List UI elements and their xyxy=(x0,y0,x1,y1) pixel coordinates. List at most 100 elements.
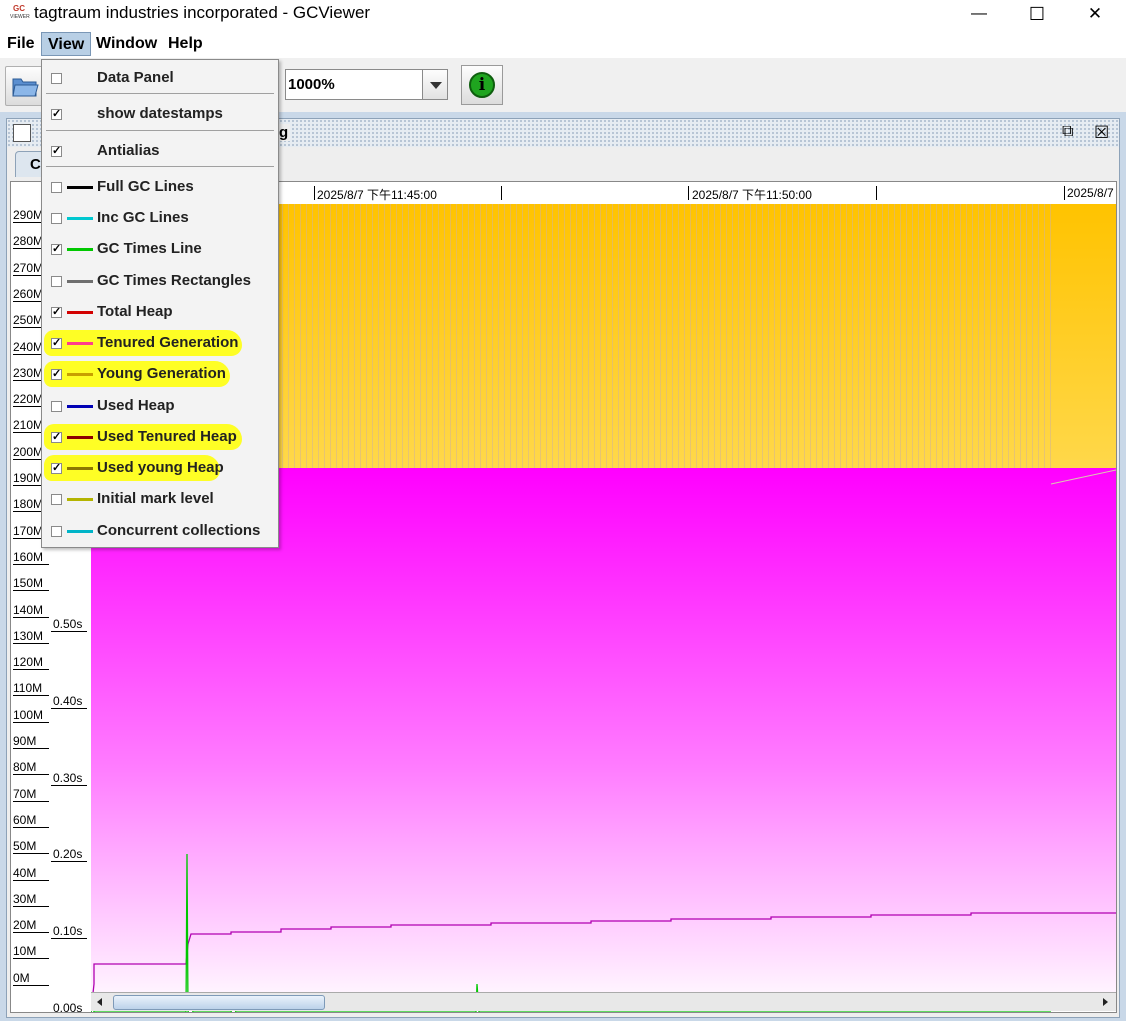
line-color-swatch xyxy=(67,498,93,501)
memory-axis-label: 80M xyxy=(13,760,37,775)
checkbox-icon[interactable]: ✓ xyxy=(51,109,62,120)
line-color-swatch xyxy=(67,467,93,470)
line-color-swatch xyxy=(67,217,93,220)
minimize-button[interactable]: — xyxy=(951,0,1007,28)
menu-item-initial-mark-level[interactable]: Initial mark level xyxy=(42,484,278,514)
folder-icon xyxy=(12,78,39,97)
menu-item-used-heap[interactable]: Used Heap xyxy=(42,391,278,421)
close-icon: ✕ xyxy=(1087,4,1103,23)
menu-item-data-panel[interactable]: Data Panel xyxy=(42,63,278,93)
memory-axis-label: 150M xyxy=(13,576,44,591)
menu-file[interactable]: File xyxy=(1,32,41,56)
menu-item-label: show datestamps xyxy=(97,105,223,122)
menu-item-label: Full GC Lines xyxy=(97,178,194,195)
info-icon: i xyxy=(469,72,495,98)
memory-axis-label: 130M xyxy=(13,628,44,643)
menu-separator xyxy=(46,166,274,167)
memory-axis-tick xyxy=(13,590,49,592)
checkbox-icon[interactable]: ✓ xyxy=(51,432,62,443)
checkbox-icon[interactable]: ✓ xyxy=(51,244,62,255)
menu-item-gc-times-rectangles[interactable]: GC Times Rectangles xyxy=(42,266,278,296)
horizontal-scrollbar[interactable] xyxy=(91,992,1116,1011)
scroll-left-icon[interactable] xyxy=(93,993,107,1011)
memory-axis-tick xyxy=(13,721,49,723)
menu-item-label: Total Heap xyxy=(97,303,173,320)
menu-separator xyxy=(46,93,274,94)
about-button[interactable]: i xyxy=(461,65,503,105)
memory-axis-tick xyxy=(13,616,49,618)
checkbox-icon[interactable] xyxy=(51,276,62,287)
view-menu-dropdown: Data Panel ✓ show datestamps ✓ Antialias Full… xyxy=(41,59,279,548)
checkbox-icon[interactable]: ✓ xyxy=(51,146,62,157)
memory-axis-tick xyxy=(13,958,49,960)
menu-item-used-young-heap[interactable]: ✓ Used young Heap xyxy=(42,453,278,483)
checkbox-icon[interactable] xyxy=(51,401,62,412)
restore-frame-button[interactable]: ⧉ xyxy=(1062,123,1082,143)
checkbox-icon[interactable]: ✓ xyxy=(51,369,62,380)
time-axis-tick xyxy=(51,938,87,940)
young-end-line xyxy=(1050,469,1116,485)
zoom-combo-input[interactable]: 1000% xyxy=(285,69,423,100)
memory-axis-label: 170M xyxy=(13,523,44,538)
menu-help[interactable]: Help xyxy=(162,32,209,56)
scroll-right-icon[interactable] xyxy=(1098,993,1112,1011)
memory-axis-label: 290M xyxy=(13,208,44,222)
timeline-tick xyxy=(1064,186,1065,200)
open-file-button[interactable] xyxy=(5,66,45,106)
menu-view[interactable]: View xyxy=(41,32,92,56)
checkbox-icon[interactable] xyxy=(51,182,62,193)
menu-item-label: GC Times Rectangles xyxy=(97,272,251,289)
menu-item-label: Concurrent collections xyxy=(97,522,261,539)
menu-item-antialias[interactable]: ✓ Antialias xyxy=(42,136,278,166)
timeline-tick xyxy=(688,186,689,200)
memory-axis-label: 280M xyxy=(13,234,44,249)
menu-item-tenured-generation[interactable]: ✓ Tenured Generation xyxy=(42,328,278,358)
menu-item-label: Used Tenured Heap xyxy=(97,428,237,445)
maximize-button[interactable]: ☐ xyxy=(1009,0,1065,28)
menu-item-concurrent-collections[interactable]: Concurrent collections xyxy=(42,516,278,546)
memory-axis-tick xyxy=(13,563,49,565)
memory-axis-tick xyxy=(13,984,49,986)
line-color-swatch xyxy=(67,530,93,533)
memory-axis-label: 120M xyxy=(13,655,44,670)
menu-item-label: Antialias xyxy=(97,142,160,159)
gcviewer-app-icon: GC VIEWER xyxy=(10,4,30,20)
checkbox-icon[interactable]: ✓ xyxy=(51,307,62,318)
time-axis-tick xyxy=(51,631,87,632)
memory-axis-label: 40M xyxy=(13,865,37,880)
menu-item-label: Young Generation xyxy=(97,365,226,382)
memory-axis-tick xyxy=(13,800,49,802)
menu-item-young-generation[interactable]: ✓ Young Generation xyxy=(42,359,278,389)
timeline-tick xyxy=(876,186,877,200)
time-axis-tick xyxy=(51,707,87,709)
menu-item-total-heap[interactable]: ✓ Total Heap xyxy=(42,297,278,327)
memory-axis-tick xyxy=(13,748,49,749)
line-color-swatch xyxy=(67,311,93,314)
frame-icon xyxy=(13,124,31,142)
close-button[interactable]: ✕ xyxy=(1067,0,1123,28)
menu-window[interactable]: Window xyxy=(90,32,163,56)
menu-item-gc-times-line[interactable]: ✓ GC Times Line xyxy=(42,234,278,264)
memory-axis-label: 250M xyxy=(13,313,44,328)
timestamp-label: 2025/8/7 下午11:50:00 xyxy=(692,188,812,202)
checkbox-icon[interactable] xyxy=(51,73,62,84)
menu-item-label: Used Heap xyxy=(97,397,175,414)
memory-axis-label: 60M xyxy=(13,812,37,827)
checkbox-icon[interactable]: ✓ xyxy=(51,338,62,349)
zoom-dropdown-button[interactable] xyxy=(422,69,448,100)
scrollbar-thumb[interactable] xyxy=(113,995,325,1010)
menu-item-full-gc-lines[interactable]: Full GC Lines xyxy=(42,172,278,202)
menu-item-show-datestamps[interactable]: ✓ show datestamps xyxy=(42,99,278,129)
menu-item-used-tenured-heap[interactable]: ✓ Used Tenured Heap xyxy=(42,422,278,452)
checkbox-icon[interactable] xyxy=(51,526,62,537)
checkbox-icon[interactable] xyxy=(51,494,62,505)
memory-axis-label: 140M xyxy=(13,602,44,617)
checkbox-icon[interactable] xyxy=(51,213,62,224)
menu-item-inc-gc-lines[interactable]: Inc GC Lines xyxy=(42,203,278,233)
close-frame-button[interactable]: ☒ xyxy=(1094,123,1114,143)
memory-axis-tick xyxy=(13,695,49,697)
time-axis-tick xyxy=(51,784,87,786)
memory-axis-label: 240M xyxy=(13,339,44,354)
checkbox-icon[interactable]: ✓ xyxy=(51,463,62,474)
minimize-icon: — xyxy=(971,5,987,22)
